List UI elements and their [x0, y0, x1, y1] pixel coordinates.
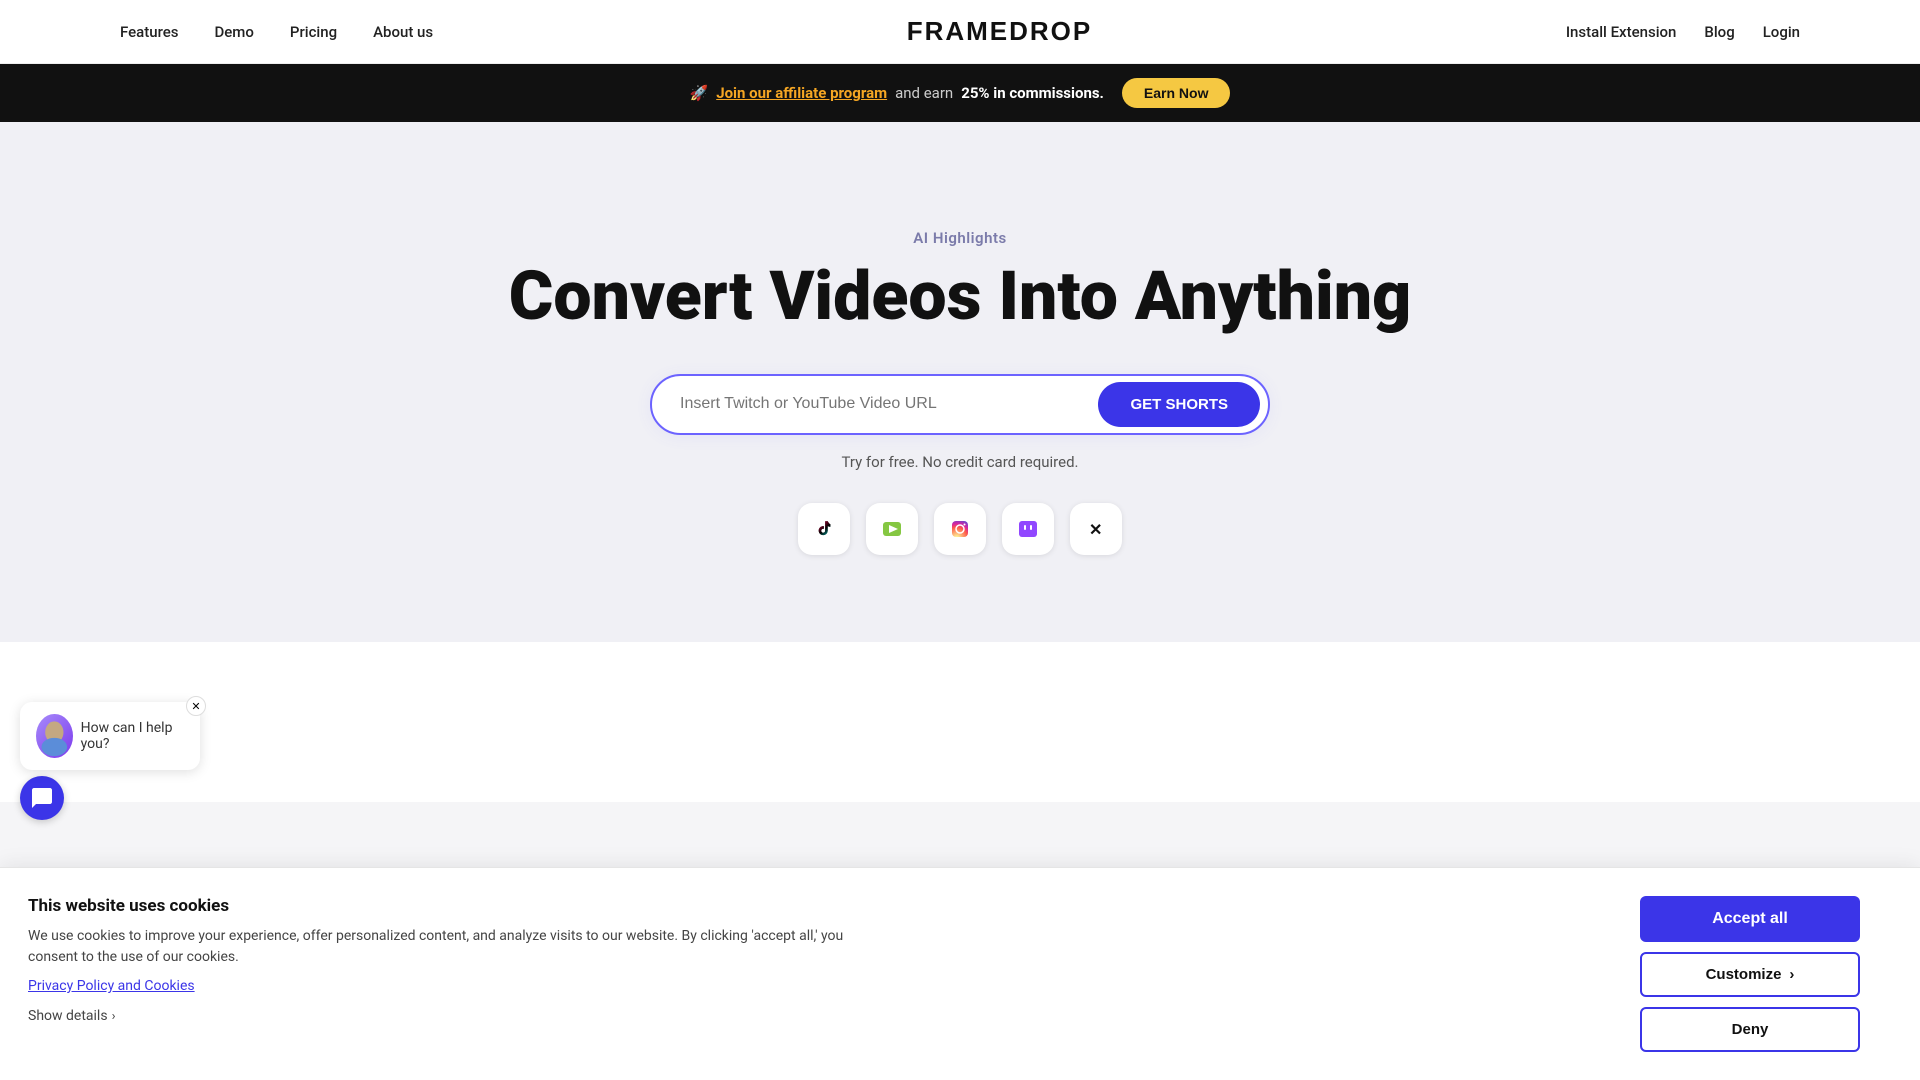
rumble-icon[interactable] — [866, 503, 918, 555]
nav-right-links: Install Extension Blog Login — [1566, 23, 1800, 41]
chevron-right-icon-customize: › — [1789, 966, 1794, 983]
nav-login[interactable]: Login — [1763, 23, 1800, 41]
nav-install-extension[interactable]: Install Extension — [1566, 23, 1677, 41]
tiktok-icon[interactable] — [798, 503, 850, 555]
nav-blog[interactable]: Blog — [1704, 23, 1734, 41]
hero-section: AI Highlights Convert Videos Into Anythi… — [0, 122, 1920, 642]
nav-features[interactable]: Features — [120, 23, 178, 41]
chat-widget: How can I help you? ✕ — [20, 702, 200, 820]
cookie-show-details[interactable]: Show details › — [28, 1008, 848, 1024]
hero-title: Convert Videos Into Anything — [509, 259, 1411, 334]
x-twitter-icon[interactable]: ✕ — [1070, 503, 1122, 555]
cookie-content: This website uses cookies We use cookies… — [28, 896, 848, 1024]
svg-text:✕: ✕ — [1089, 522, 1102, 539]
site-logo[interactable]: FRAMEDROP — [907, 16, 1093, 47]
banner-commission-text: 25% in commissions. — [961, 84, 1104, 102]
hero-caption: Try for free. No credit card required. — [842, 453, 1079, 471]
video-url-input[interactable] — [680, 395, 1098, 413]
chat-avatar — [36, 714, 73, 758]
twitch-icon[interactable] — [1002, 503, 1054, 555]
nav-links: Features Demo Pricing About us — [120, 23, 433, 41]
affiliate-banner: 🚀 Join our affiliate program and earn 25… — [0, 64, 1920, 122]
instagram-icon[interactable] — [934, 503, 986, 555]
cookie-title: This website uses cookies — [28, 896, 848, 916]
cookie-buttons: Accept all Customize › Deny — [1640, 896, 1860, 1052]
chat-bubble-container: How can I help you? ✕ — [20, 702, 200, 770]
chat-close-button[interactable]: ✕ — [186, 696, 206, 716]
cookie-banner: This website uses cookies We use cookies… — [0, 867, 1920, 1080]
banner-middle-text: and earn — [895, 84, 953, 102]
chevron-right-icon: › — [112, 1009, 116, 1024]
chat-message-text: How can I help you? — [81, 720, 184, 752]
cookie-privacy-link[interactable]: Privacy Policy and Cookies — [28, 978, 848, 994]
nav-about[interactable]: About us — [373, 23, 433, 41]
cookie-customize-button[interactable]: Customize › — [1640, 952, 1860, 997]
affiliate-link[interactable]: Join our affiliate program — [716, 84, 887, 102]
banner-rocket: 🚀 — [690, 84, 709, 102]
get-shorts-button[interactable]: GET SHORTS — [1098, 382, 1260, 427]
social-icons-row: ✕ — [798, 503, 1122, 555]
below-hero-section — [0, 642, 1920, 802]
cookie-accept-button[interactable]: Accept all — [1640, 896, 1860, 942]
hero-subtitle: AI Highlights — [913, 229, 1006, 247]
chat-message-bubble: How can I help you? — [20, 702, 200, 770]
nav-pricing[interactable]: Pricing — [290, 23, 337, 41]
url-input-bar: GET SHORTS — [650, 374, 1270, 435]
chat-open-button[interactable] — [20, 776, 64, 820]
earn-now-button[interactable]: Earn Now — [1122, 78, 1231, 108]
cookie-deny-button[interactable]: Deny — [1640, 1007, 1860, 1052]
nav-demo[interactable]: Demo — [214, 23, 253, 41]
cookie-description: We use cookies to improve your experienc… — [28, 926, 848, 968]
navigation: Features Demo Pricing About us FRAMEDROP… — [0, 0, 1920, 64]
